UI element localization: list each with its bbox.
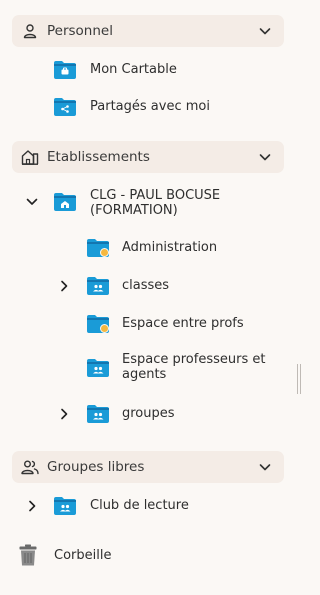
section-title-personnel: Personnel (47, 23, 113, 39)
folder-school-icon (54, 193, 76, 211)
nav-item-corbeille[interactable]: Corbeille (0, 542, 300, 568)
trash-icon (19, 544, 37, 566)
folder-share-icon (54, 98, 76, 116)
nav-item-label: Partagés avec moi (90, 99, 210, 114)
section-title-groupes-libres: Groupes libres (47, 459, 145, 475)
nav-item-label: Club de lecture (90, 498, 189, 513)
nav-item-label: CLG - PAUL BOCUSE (FORMATION) (90, 188, 221, 218)
user-icon (20, 21, 40, 41)
chevron-down-icon[interactable] (258, 150, 272, 164)
nav-item-label: groupes (122, 406, 175, 421)
nav-item-label: classes (122, 278, 170, 293)
folder-group-icon (87, 405, 109, 423)
folder-briefcase-icon (54, 61, 76, 79)
school-icon (20, 147, 40, 167)
section-header-personnel[interactable]: Personnel (12, 15, 284, 47)
folder-group-icon (54, 497, 76, 515)
folder-badge-icon (87, 239, 109, 257)
folder-badge-icon (87, 315, 109, 333)
nav-item-classes[interactable]: classes (0, 274, 300, 298)
chevron-right-icon[interactable] (58, 408, 70, 420)
chevron-down-icon[interactable] (258, 24, 272, 38)
nav-item-partages-avec-moi[interactable]: Partagés avec moi (0, 95, 300, 119)
chevron-right-icon[interactable] (58, 280, 70, 292)
folder-group-icon (87, 277, 109, 295)
nav-item-school[interactable]: CLG - PAUL BOCUSE (FORMATION) (0, 186, 300, 220)
nav-item-espace-entre-profs[interactable]: Espace entre profs (0, 312, 300, 336)
nav-item-label: Espace professeurs et agents (122, 352, 266, 382)
chevron-down-icon[interactable] (26, 196, 38, 208)
section-title-etablissements: Etablissements (47, 149, 150, 165)
nav-item-label: Mon Cartable (90, 62, 177, 77)
chevron-right-icon[interactable] (26, 500, 38, 512)
nav-item-mon-cartable[interactable]: Mon Cartable (0, 58, 300, 82)
section-header-etablissements[interactable]: Etablissements (12, 141, 284, 173)
chevron-down-icon[interactable] (258, 460, 272, 474)
section-header-groupes-libres[interactable]: Groupes libres (12, 451, 284, 483)
nav-item-club-de-lecture[interactable]: Club de lecture (0, 494, 300, 518)
nav-item-espace-professeurs-et-agents[interactable]: Espace professeurs et agents (0, 350, 300, 386)
nav-item-label: Administration (122, 240, 218, 255)
nav-item-administration[interactable]: Administration (0, 236, 300, 260)
nav-item-label: Espace entre profs (122, 316, 244, 331)
folder-group-icon (87, 359, 109, 377)
users-icon (20, 457, 40, 477)
nav-item-label: Corbeille (54, 548, 112, 563)
nav-item-groupes[interactable]: groupes (0, 402, 300, 426)
scrollbar-handle[interactable] (297, 364, 301, 394)
